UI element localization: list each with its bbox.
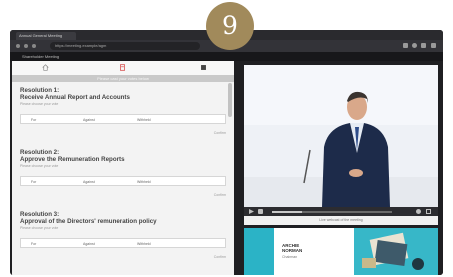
vote-against-button[interactable]: Against bbox=[83, 115, 95, 125]
play-icon[interactable] bbox=[249, 209, 254, 214]
speaker-banner: ARCHIE NORMAN Chairman bbox=[244, 228, 438, 275]
banner-photo bbox=[354, 228, 438, 275]
resolution-title: Resolution 3: bbox=[20, 211, 60, 218]
resolution-card: Resolution 1: Receive Annual Report and … bbox=[20, 87, 226, 142]
vote-for-button[interactable]: For bbox=[31, 239, 36, 249]
vote-against-button[interactable]: Against bbox=[83, 239, 95, 249]
vote-withheld-button[interactable]: Withheld bbox=[137, 177, 151, 187]
confirm-link[interactable]: Confirm bbox=[214, 255, 226, 260]
vote-for-button[interactable]: For bbox=[31, 177, 36, 187]
address-bar[interactable]: https://meeting.example/agm bbox=[50, 42, 200, 50]
extension-icon[interactable] bbox=[421, 43, 426, 48]
vote-withheld-button[interactable]: Withheld bbox=[137, 115, 151, 125]
video-caption: Live webcast of the meeting bbox=[244, 216, 438, 225]
fullscreen-icon[interactable] bbox=[426, 209, 431, 214]
panel-icon-bar bbox=[12, 61, 234, 75]
speaker-role: Chairman bbox=[282, 255, 298, 259]
banner-accent bbox=[244, 228, 274, 275]
browser-tab[interactable]: Annual General Meeting bbox=[16, 32, 76, 40]
browser-window: Annual General Meeting https://meeting.e… bbox=[10, 30, 443, 275]
resolution-subtitle: Please choose your vote bbox=[20, 226, 59, 230]
speaker-name: ARCHIE NORMAN bbox=[282, 243, 302, 253]
scrollbar[interactable] bbox=[228, 83, 232, 117]
resolution-name: Approve the Remuneration Reports bbox=[20, 156, 125, 163]
profile-icon[interactable] bbox=[412, 43, 417, 48]
vote-options: For Against Withheld bbox=[20, 176, 226, 186]
voting-panel: Please cast your votes below Resolution … bbox=[12, 61, 234, 275]
vote-options: For Against Withheld bbox=[20, 114, 226, 124]
video-progress-fill bbox=[272, 211, 302, 213]
resolution-title: Resolution 1: bbox=[20, 87, 60, 94]
resolution-title: Resolution 2: bbox=[20, 149, 60, 156]
vote-options: For Against Withheld bbox=[20, 238, 226, 248]
reload-icon[interactable] bbox=[32, 44, 36, 48]
confirm-link[interactable]: Confirm bbox=[214, 131, 226, 136]
app-header: Shareholder Meeting bbox=[10, 52, 443, 61]
speaker-last-name: NORMAN bbox=[282, 248, 303, 253]
resolution-card: Resolution 2: Approve the Remuneration R… bbox=[20, 149, 226, 204]
resolution-subtitle: Please choose your vote bbox=[20, 102, 59, 106]
video-controls bbox=[244, 207, 438, 216]
back-icon[interactable] bbox=[16, 44, 20, 48]
settings-icon[interactable] bbox=[416, 209, 421, 214]
vote-against-button[interactable]: Against bbox=[83, 177, 95, 187]
speaker-video-frame bbox=[244, 65, 438, 207]
step-number-badge: 9 bbox=[206, 2, 254, 50]
menu-icon[interactable] bbox=[431, 43, 436, 48]
home-icon[interactable] bbox=[42, 64, 49, 71]
banner-photo-image bbox=[354, 228, 438, 275]
vote-withheld-button[interactable]: Withheld bbox=[137, 239, 151, 249]
vote-icon[interactable] bbox=[200, 64, 207, 71]
resolution-name: Approval of the Directors' remuneration … bbox=[20, 218, 157, 225]
app-title: Shareholder Meeting bbox=[22, 54, 60, 59]
extension-icon[interactable] bbox=[403, 43, 408, 48]
resolution-subtitle: Please choose your vote bbox=[20, 164, 59, 168]
document-icon[interactable] bbox=[119, 64, 126, 71]
resolution-card: Resolution 3: Approval of the Directors'… bbox=[20, 211, 226, 271]
forward-icon[interactable] bbox=[24, 44, 28, 48]
resolution-name: Receive Annual Report and Accounts bbox=[20, 94, 130, 101]
confirm-link[interactable]: Confirm bbox=[214, 193, 226, 198]
video-progress-bar[interactable] bbox=[272, 211, 392, 213]
webcast-panel: Live webcast of the meeting ARCHIE NORMA… bbox=[237, 61, 443, 275]
video-player[interactable] bbox=[244, 65, 438, 207]
voting-banner: Please cast your votes below bbox=[12, 75, 234, 82]
vote-for-button[interactable]: For bbox=[31, 115, 36, 125]
volume-icon[interactable] bbox=[258, 209, 263, 214]
